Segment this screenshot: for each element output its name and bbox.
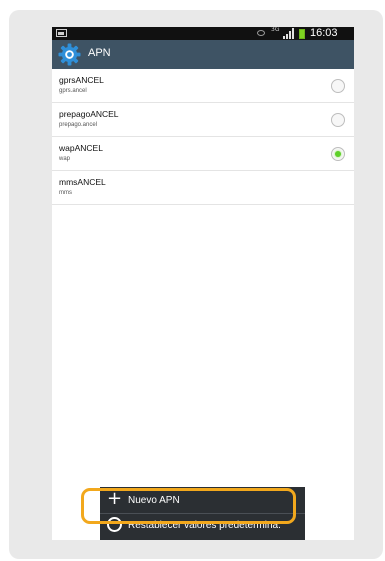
apn-radio-button[interactable]: [331, 79, 345, 93]
apn-value: gprs.ancel: [59, 88, 87, 94]
status-bar: 3G 16:03: [52, 27, 354, 40]
apn-list: gprsANCEL gprs.ancel prepagoANCEL prepag…: [52, 69, 354, 205]
apn-name: gprsANCEL: [59, 75, 104, 85]
apn-item-prepagoancel[interactable]: prepagoANCEL prepago.ancel: [52, 103, 354, 137]
highlight-annotation: [81, 488, 296, 524]
apn-radio-button[interactable]: [331, 113, 345, 127]
picture-icon: [56, 29, 67, 37]
apn-item-wapancel[interactable]: wapANCEL wap: [52, 137, 354, 171]
settings-gear-icon[interactable]: [58, 43, 81, 66]
apn-value: prepago.ancel: [59, 122, 98, 128]
apn-value: wap: [59, 156, 71, 162]
apn-name: wapANCEL: [59, 143, 103, 153]
eye-icon: [257, 30, 265, 36]
apn-value: mms: [59, 190, 72, 196]
status-time: 16:03: [310, 27, 338, 39]
action-bar: APN: [52, 40, 354, 69]
network-3g-icon: 3G: [271, 27, 280, 33]
apn-item-mmsancel[interactable]: mmsANCEL mms: [52, 171, 354, 205]
page-title: APN: [88, 47, 111, 59]
battery-icon: [299, 29, 305, 39]
apn-item-gprsancel[interactable]: gprsANCEL gprs.ancel: [52, 69, 354, 103]
apn-name: mmsANCEL: [59, 177, 106, 187]
apn-name: prepagoANCEL: [59, 109, 119, 119]
apn-radio-button-selected[interactable]: [331, 147, 345, 161]
phone-screen: 3G 16:03 APN gprsANCEL gprs.ancel prepag…: [52, 27, 354, 540]
signal-icon: [283, 28, 295, 39]
